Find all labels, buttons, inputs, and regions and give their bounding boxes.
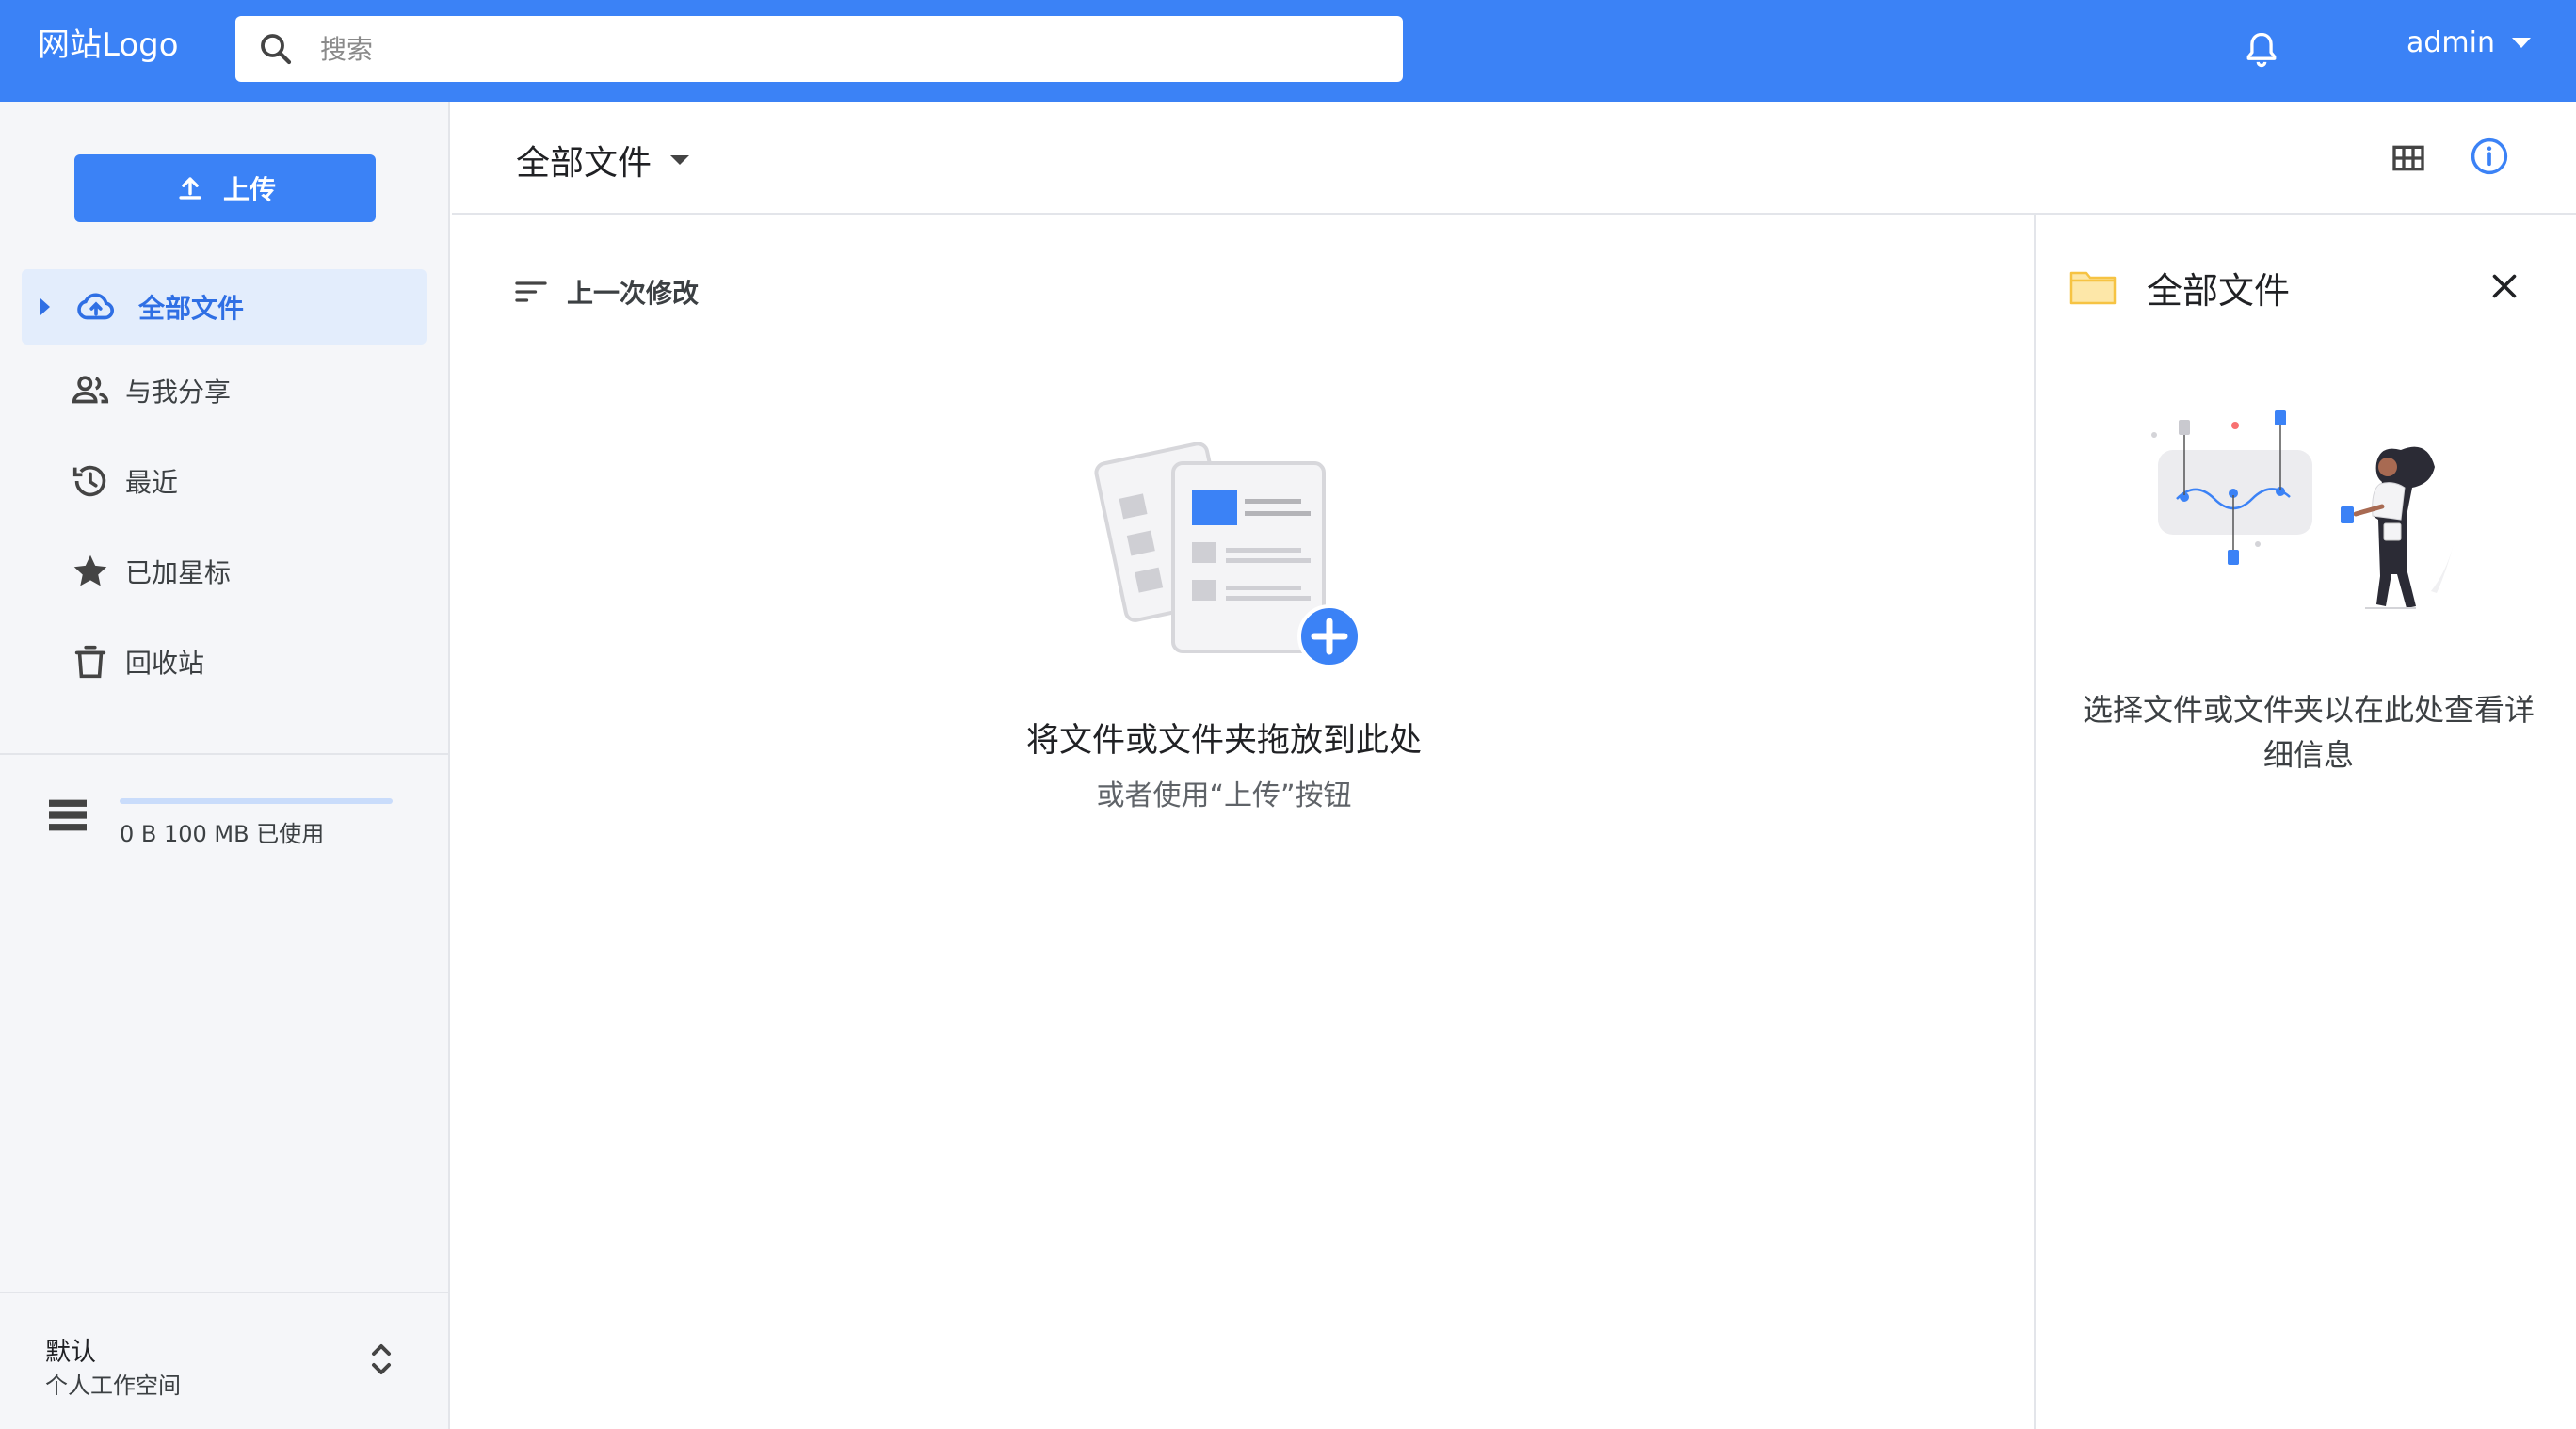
- close-icon[interactable]: [2487, 269, 2521, 303]
- sidebar-item-label: 全部文件: [138, 293, 245, 324]
- workspace-subtitle: 个人工作空间: [45, 1373, 181, 1399]
- upload-icon: [179, 177, 201, 200]
- breadcrumb[interactable]: 全部文件: [516, 136, 690, 185]
- sidebar-item-label: 与我分享: [125, 377, 232, 408]
- info-panel-title: 全部文件: [2147, 270, 2291, 312]
- storage-usage-text: 0 B 100 MB 已使用: [120, 821, 325, 847]
- upload-button-label: 上传: [222, 174, 276, 205]
- info-icon[interactable]: [2469, 136, 2510, 177]
- sidebar-item-all-files[interactable]: 全部文件: [22, 269, 427, 345]
- grid-view-icon[interactable]: [2390, 139, 2427, 177]
- workspace-switch-icon[interactable]: [367, 1337, 395, 1382]
- empty-state-subtitle: 或者使用“上传”按钮: [1096, 779, 1352, 812]
- chevron-down-icon: [2512, 38, 2531, 48]
- history-icon: [72, 465, 106, 497]
- sort-label: 上一次修改: [567, 278, 700, 309]
- folder-icon: [2069, 271, 2117, 305]
- expand-arrow-icon[interactable]: [40, 298, 50, 315]
- sort-button[interactable]: 上一次修改: [514, 273, 699, 311]
- trash-icon: [74, 645, 106, 679]
- sidebar-divider: [0, 753, 450, 755]
- sidebar-item-label: 已加星标: [125, 557, 232, 588]
- sort-icon: [515, 281, 547, 302]
- workspace-name: 默认: [45, 1338, 96, 1367]
- people-icon: [72, 376, 109, 404]
- search-box[interactable]: [235, 16, 1403, 82]
- top-app-bar: 网站Logo admin: [0, 0, 2576, 102]
- empty-folder-illustration: [1094, 442, 1361, 668]
- star-icon: [73, 554, 107, 586]
- sidebar-item-shared-with-me[interactable]: 与我分享: [22, 353, 427, 428]
- sidebar-item-recent[interactable]: 最近: [22, 443, 427, 519]
- sidebar-item-starred[interactable]: 已加星标: [22, 534, 427, 609]
- notification-bell-icon[interactable]: [2241, 28, 2282, 72]
- empty-state-title: 将文件或文件夹拖放到此处: [1025, 722, 1422, 760]
- user-menu[interactable]: admin: [2407, 26, 2531, 59]
- cloud-upload-icon: [77, 293, 114, 320]
- sidebar-item-label: 最近: [125, 467, 179, 498]
- search-icon: [261, 34, 292, 65]
- sidebar-item-trash[interactable]: 回收站: [22, 624, 427, 699]
- info-panel-hint: 选择文件或文件夹以在此处查看详细信息: [2082, 692, 2535, 773]
- search-input[interactable]: [320, 27, 1375, 71]
- sidebar-item-label: 回收站: [125, 648, 205, 679]
- site-logo[interactable]: 网站Logo: [38, 19, 179, 65]
- breadcrumb-label: 全部文件: [516, 144, 652, 183]
- sidebar: 上传 全部文件 与我分享 最近 已加星标 回收站 0 B 100 MB 已使用 …: [0, 102, 450, 1429]
- workspace-divider: [0, 1292, 450, 1293]
- upload-button[interactable]: 上传: [74, 154, 376, 222]
- storage-progress-bar: [120, 798, 393, 804]
- storage-icon: [49, 799, 87, 831]
- username: admin: [2407, 26, 2495, 59]
- content-toolbar: 全部文件: [452, 102, 2576, 215]
- chevron-down-icon: [670, 155, 690, 165]
- select-file-illustration: [2151, 410, 2454, 609]
- info-panel: 全部文件 选择文件或文件夹以在此处查看详细信息: [2034, 215, 2576, 1429]
